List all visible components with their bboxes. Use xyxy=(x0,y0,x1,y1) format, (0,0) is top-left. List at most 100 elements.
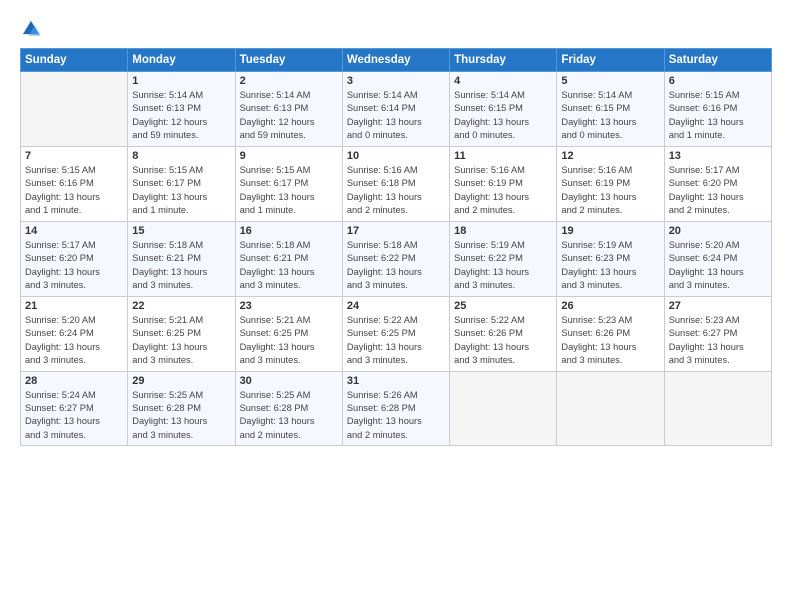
day-number: 18 xyxy=(454,225,552,237)
header-day-saturday: Saturday xyxy=(664,49,771,72)
day-info: Sunrise: 5:25 AMSunset: 6:28 PMDaylight:… xyxy=(132,389,230,443)
day-info: Sunrise: 5:14 AMSunset: 6:14 PMDaylight:… xyxy=(347,89,445,143)
day-number: 12 xyxy=(561,150,659,162)
day-cell: 9 Sunrise: 5:15 AMSunset: 6:17 PMDaylight… xyxy=(235,146,342,221)
day-info: Sunrise: 5:15 AMSunset: 6:16 PMDaylight:… xyxy=(669,89,767,143)
day-number: 28 xyxy=(25,375,123,387)
day-number: 30 xyxy=(240,375,338,387)
day-cell: 19 Sunrise: 5:19 AMSunset: 6:23 PMDayligh… xyxy=(557,221,664,296)
day-number: 20 xyxy=(669,225,767,237)
day-info: Sunrise: 5:17 AMSunset: 6:20 PMDaylight:… xyxy=(25,239,123,293)
header xyxy=(20,18,772,40)
day-number: 9 xyxy=(240,150,338,162)
day-number: 19 xyxy=(561,225,659,237)
day-cell: 28 Sunrise: 5:24 AMSunset: 6:27 PMDayligh… xyxy=(21,371,128,446)
day-cell: 11 Sunrise: 5:16 AMSunset: 6:19 PMDayligh… xyxy=(450,146,557,221)
day-info: Sunrise: 5:24 AMSunset: 6:27 PMDaylight:… xyxy=(25,389,123,443)
day-info: Sunrise: 5:15 AMSunset: 6:17 PMDaylight:… xyxy=(240,164,338,218)
day-number: 29 xyxy=(132,375,230,387)
day-info: Sunrise: 5:21 AMSunset: 6:25 PMDaylight:… xyxy=(132,314,230,368)
day-info: Sunrise: 5:20 AMSunset: 6:24 PMDaylight:… xyxy=(25,314,123,368)
day-info: Sunrise: 5:25 AMSunset: 6:28 PMDaylight:… xyxy=(240,389,338,443)
week-row-3: 14 Sunrise: 5:17 AMSunset: 6:20 PMDayligh… xyxy=(21,221,772,296)
day-info: Sunrise: 5:14 AMSunset: 6:15 PMDaylight:… xyxy=(454,89,552,143)
header-day-wednesday: Wednesday xyxy=(342,49,449,72)
day-cell: 22 Sunrise: 5:21 AMSunset: 6:25 PMDayligh… xyxy=(128,296,235,371)
day-info: Sunrise: 5:18 AMSunset: 6:21 PMDaylight:… xyxy=(240,239,338,293)
day-cell: 18 Sunrise: 5:19 AMSunset: 6:22 PMDayligh… xyxy=(450,221,557,296)
day-cell: 3Sunrise: 5:14 AMSunset: 6:14 PMDaylight… xyxy=(342,72,449,147)
day-info: Sunrise: 5:20 AMSunset: 6:24 PMDaylight:… xyxy=(669,239,767,293)
day-info: Sunrise: 5:19 AMSunset: 6:22 PMDaylight:… xyxy=(454,239,552,293)
day-cell: 12 Sunrise: 5:16 AMSunset: 6:19 PMDayligh… xyxy=(557,146,664,221)
day-info: Sunrise: 5:23 AMSunset: 6:26 PMDaylight:… xyxy=(561,314,659,368)
day-cell: 4 Sunrise: 5:14 AMSunset: 6:15 PMDaylight… xyxy=(450,72,557,147)
day-number: 31 xyxy=(347,375,445,387)
day-number: 25 xyxy=(454,300,552,312)
day-cell: 10 Sunrise: 5:16 AMSunset: 6:18 PMDayligh… xyxy=(342,146,449,221)
day-info: Sunrise: 5:16 AMSunset: 6:19 PMDaylight:… xyxy=(561,164,659,218)
header-day-tuesday: Tuesday xyxy=(235,49,342,72)
header-day-monday: Monday xyxy=(128,49,235,72)
day-number: 10 xyxy=(347,150,445,162)
day-info: Sunrise: 5:16 AMSunset: 6:19 PMDaylight:… xyxy=(454,164,552,218)
header-day-thursday: Thursday xyxy=(450,49,557,72)
day-number: 2 xyxy=(240,75,338,87)
day-info: Sunrise: 5:14 AMSunset: 6:13 PMDaylight:… xyxy=(132,89,230,143)
day-cell: 5 Sunrise: 5:14 AMSunset: 6:15 PMDaylight… xyxy=(557,72,664,147)
day-cell: 26 Sunrise: 5:23 AMSunset: 6:26 PMDayligh… xyxy=(557,296,664,371)
day-number: 5 xyxy=(561,75,659,87)
week-row-1: 1 Sunrise: 5:14 AMSunset: 6:13 PMDaylight… xyxy=(21,72,772,147)
day-cell: 31Sunrise: 5:26 AMSunset: 6:28 PMDayligh… xyxy=(342,371,449,446)
day-info: Sunrise: 5:21 AMSunset: 6:25 PMDaylight:… xyxy=(240,314,338,368)
page: SundayMondayTuesdayWednesdayThursdayFrid… xyxy=(0,0,792,612)
day-info: Sunrise: 5:15 AMSunset: 6:16 PMDaylight:… xyxy=(25,164,123,218)
day-cell: 20 Sunrise: 5:20 AMSunset: 6:24 PMDayligh… xyxy=(664,221,771,296)
day-cell: 29 Sunrise: 5:25 AMSunset: 6:28 PMDayligh… xyxy=(128,371,235,446)
day-number: 1 xyxy=(132,75,230,87)
day-number: 14 xyxy=(25,225,123,237)
day-number: 6 xyxy=(669,75,767,87)
day-number: 15 xyxy=(132,225,230,237)
day-info: Sunrise: 5:18 AMSunset: 6:21 PMDaylight:… xyxy=(132,239,230,293)
day-cell: 7 Sunrise: 5:15 AMSunset: 6:16 PMDaylight… xyxy=(21,146,128,221)
day-cell: 30 Sunrise: 5:25 AMSunset: 6:28 PMDayligh… xyxy=(235,371,342,446)
day-number: 27 xyxy=(669,300,767,312)
day-info: Sunrise: 5:22 AMSunset: 6:26 PMDaylight:… xyxy=(454,314,552,368)
day-number: 13 xyxy=(669,150,767,162)
day-info: Sunrise: 5:14 AMSunset: 6:13 PMDaylight:… xyxy=(240,89,338,143)
day-info: Sunrise: 5:16 AMSunset: 6:18 PMDaylight:… xyxy=(347,164,445,218)
week-row-2: 7 Sunrise: 5:15 AMSunset: 6:16 PMDaylight… xyxy=(21,146,772,221)
day-cell: 1 Sunrise: 5:14 AMSunset: 6:13 PMDaylight… xyxy=(128,72,235,147)
day-info: Sunrise: 5:15 AMSunset: 6:17 PMDaylight:… xyxy=(132,164,230,218)
day-cell: 21 Sunrise: 5:20 AMSunset: 6:24 PMDayligh… xyxy=(21,296,128,371)
day-cell: 23Sunrise: 5:21 AMSunset: 6:25 PMDayligh… xyxy=(235,296,342,371)
day-number: 21 xyxy=(25,300,123,312)
week-row-4: 21 Sunrise: 5:20 AMSunset: 6:24 PMDayligh… xyxy=(21,296,772,371)
day-cell: 2 Sunrise: 5:14 AMSunset: 6:13 PMDaylight… xyxy=(235,72,342,147)
day-number: 8 xyxy=(132,150,230,162)
day-cell xyxy=(450,371,557,446)
day-number: 11 xyxy=(454,150,552,162)
day-info: Sunrise: 5:22 AMSunset: 6:25 PMDaylight:… xyxy=(347,314,445,368)
day-cell: 6 Sunrise: 5:15 AMSunset: 6:16 PMDaylight… xyxy=(664,72,771,147)
day-info: Sunrise: 5:23 AMSunset: 6:27 PMDaylight:… xyxy=(669,314,767,368)
logo xyxy=(20,18,46,40)
day-number: 24 xyxy=(347,300,445,312)
logo-icon xyxy=(20,18,42,40)
day-cell: 13Sunrise: 5:17 AMSunset: 6:20 PMDayligh… xyxy=(664,146,771,221)
day-cell xyxy=(21,72,128,147)
day-cell: 25 Sunrise: 5:22 AMSunset: 6:26 PMDayligh… xyxy=(450,296,557,371)
day-cell: 8 Sunrise: 5:15 AMSunset: 6:17 PMDaylight… xyxy=(128,146,235,221)
day-number: 4 xyxy=(454,75,552,87)
day-cell: 24 Sunrise: 5:22 AMSunset: 6:25 PMDayligh… xyxy=(342,296,449,371)
day-info: Sunrise: 5:19 AMSunset: 6:23 PMDaylight:… xyxy=(561,239,659,293)
day-number: 26 xyxy=(561,300,659,312)
day-cell xyxy=(664,371,771,446)
day-number: 22 xyxy=(132,300,230,312)
day-number: 7 xyxy=(25,150,123,162)
day-number: 16 xyxy=(240,225,338,237)
calendar-table: SundayMondayTuesdayWednesdayThursdayFrid… xyxy=(20,48,772,446)
day-cell xyxy=(557,371,664,446)
day-info: Sunrise: 5:14 AMSunset: 6:15 PMDaylight:… xyxy=(561,89,659,143)
